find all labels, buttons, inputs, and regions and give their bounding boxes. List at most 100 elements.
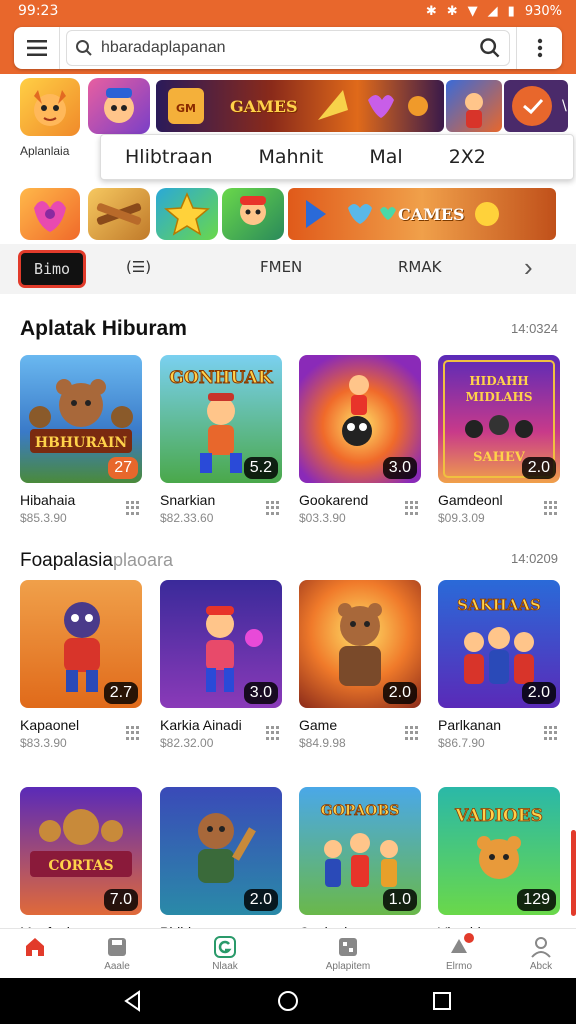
bluetooth-icon: ✱ [425,3,437,19]
app-icon-character[interactable] [88,78,150,134]
app-icon-star[interactable] [156,188,218,240]
section-1-title: Aplatak Hiburam [20,317,187,340]
thumb-title: GONHUAK [169,368,273,388]
grid-dots-icon[interactable] [544,501,558,515]
game-card[interactable]: HBHURAIN 27 Hibahaia $85.3.90 [20,355,142,525]
game-thumbnail: 2.0 [160,787,282,915]
game-card[interactable]: 3.0 Gookarend $03.3.90 [299,355,421,525]
game-card[interactable]: 3.0 Karkia Ainadi $82.32.00 [160,580,282,750]
games-banner-label: GAMES [230,96,298,116]
filter-option-2[interactable]: Mahnit [259,146,324,168]
game-card[interactable]: GOPAOBS 1.0 Cookadar [299,787,421,940]
thumb-title: VADIOES [454,806,543,826]
rating-badge: 3.0 [243,682,278,704]
app-icon-kid[interactable] [222,188,284,240]
tab-active[interactable]: Bimo [18,250,86,288]
rating-badge: 2.0 [521,682,556,704]
battery-icon: ▮ [507,3,515,19]
rating-badge: 2.0 [382,682,417,704]
game-thumbnail: GONHUAK 5.2 [160,355,282,483]
section-2-date: 14:0209 [511,551,558,566]
game-card[interactable]: SAKHAAS 2.0 Parlkanan $86.7.90 [438,580,560,750]
game-name: Game [299,717,338,733]
game-card[interactable]: 2.0 Phlirinen [160,787,282,940]
section-2-title: Foapalasiaplaoara [20,550,173,572]
apps-label: Aplanlaia [20,144,70,158]
app-icon-clock[interactable]: \ [504,80,568,132]
grid-dots-icon[interactable] [544,726,558,740]
svg-text:GM: GM [176,102,196,115]
game-name: Gookarend [299,492,369,508]
game-thumbnail: CORTAS 7.0 [20,787,142,915]
games-banner-2[interactable]: CAMES [288,188,556,240]
nav-home[interactable] [0,935,70,961]
rating-badge: 3.0 [382,457,417,479]
grid-dots-icon[interactable] [126,501,140,515]
app-icon-fox[interactable] [20,78,80,136]
games-banner[interactable]: GM GAMES [156,80,444,132]
more-options-button[interactable] [516,27,562,69]
search-submit-icon[interactable] [479,37,501,59]
filter-option-4[interactable]: 2X2 [449,146,486,168]
game-name: Parlkanan [438,717,502,733]
thumb-title: CORTAS [48,858,113,874]
wifi-icon: ▼ [467,3,478,19]
status-icons: ✱ ✱ ▼ ◢ ▮ 930% [426,4,562,19]
game-thumbnail: VADIOES 129 [438,787,560,915]
tab-4[interactable]: RMAK [398,258,441,276]
game-card[interactable]: GONHUAK 5.2 Snarkian $82.33.60 [160,355,282,525]
nav-apps[interactable]: Aaale [82,935,152,972]
save-icon [108,938,126,956]
grid-dots-icon[interactable] [126,726,140,740]
game-name: Hibahaia [20,492,76,508]
menu-button[interactable] [14,27,60,69]
game-name: Snarkian [160,492,216,508]
tab-3[interactable]: FMEN [260,258,302,276]
nav-notifications[interactable]: Elrmo [424,933,494,972]
status-bar: 99:23 ✱ ✱ ▼ ◢ ▮ 930% [0,0,576,22]
tab-2[interactable]: (☰) [126,258,151,276]
nav-applications[interactable]: Aplapitem [313,935,383,972]
system-nav-bar [0,978,576,1024]
search-icon [76,40,92,56]
game-price: $82.33.60 [160,511,214,525]
game-name: Gamdeonl [438,492,503,508]
game-card[interactable]: 2.0 Game $84.9.98 [299,580,421,750]
game-thumbnail: GOPAOBS 1.0 [299,787,421,915]
app-icon-heart[interactable] [20,188,80,240]
back-icon[interactable] [122,990,144,1012]
search-input[interactable]: hbaradaplapanan [66,30,510,66]
nav-apps-label: Aaale [104,961,130,972]
game-card[interactable]: 2.7 Kapaonel $83.3.90 [20,580,142,750]
nav-account[interactable]: Abck [506,935,576,972]
filter-option-3[interactable]: Mal [369,146,402,168]
chevron-right-icon[interactable]: › [524,252,533,283]
game-thumbnail: HIDAHH MIDLAHS SAHEV 2.0 [438,355,560,483]
game-name: Karkia Ainadi [160,717,242,733]
game-card[interactable]: HIDAHH MIDLAHS SAHEV 2.0 Gamdeonl $09.3.09 [438,355,560,525]
grid-dots-icon[interactable] [405,726,419,740]
app-icon-swords[interactable] [88,188,150,240]
search-query: hbaradaplapanan [101,39,226,56]
grid-dots-icon[interactable] [266,501,280,515]
game-price: $85.3.90 [20,511,67,525]
thumb-title: HBHURAIN [35,435,128,451]
grid-dots-icon[interactable] [405,501,419,515]
app-icon-hero[interactable] [446,80,502,132]
game-price: $82.32.00 [160,736,214,750]
bottom-nav: Aaale Nlaak Aplapitem Elrmo Abck [0,928,576,978]
nav-games[interactable]: Nlaak [190,935,260,972]
recents-icon[interactable] [431,990,453,1012]
search-bar: hbaradaplapanan [14,27,562,69]
filter-option-1[interactable]: Hlibtraan [125,146,213,168]
home-circle-icon[interactable] [277,990,299,1012]
grid-dots-icon[interactable] [266,726,280,740]
game-thumbnail: 3.0 [160,580,282,708]
svg-text:\: \ [562,98,567,114]
game-thumbnail: 3.0 [299,355,421,483]
game-card[interactable]: CORTAS 7.0 Menfaal [20,787,142,940]
scrollbar[interactable] [571,830,576,916]
game-card[interactable]: VADIOES 129 Vlambly [438,787,560,940]
rating-badge: 2.7 [103,682,138,704]
game-thumbnail: 2.7 [20,580,142,708]
